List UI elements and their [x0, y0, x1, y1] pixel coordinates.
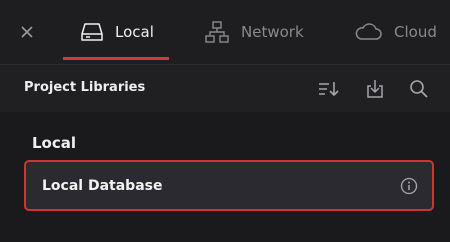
tab-bar: Local Network Cloud — [0, 0, 450, 64]
close-icon[interactable] — [18, 23, 36, 41]
library-list: Local Local Database — [0, 112, 450, 242]
cloud-icon — [353, 22, 383, 42]
tab-cloud[interactable]: Cloud — [353, 0, 437, 64]
library-item-label: Local Database — [42, 178, 163, 194]
network-icon — [204, 20, 230, 44]
project-libraries-title: Project Libraries — [24, 80, 146, 95]
info-icon[interactable] — [400, 177, 418, 195]
section-title: Local — [32, 134, 77, 152]
project-libraries-header: Project Libraries — [0, 65, 450, 112]
drive-icon — [80, 21, 104, 43]
tab-cloud-label: Cloud — [394, 23, 437, 41]
tab-local[interactable]: Local — [80, 0, 154, 64]
search-icon[interactable] — [408, 78, 430, 100]
tab-local-label: Local — [115, 23, 154, 41]
tab-network-label: Network — [241, 23, 304, 41]
library-item-local-database[interactable]: Local Database — [24, 160, 434, 211]
sort-icon[interactable] — [318, 78, 340, 100]
project-manager-panel: Local Network Cloud Project Libraries Lo… — [0, 0, 450, 242]
import-icon[interactable] — [364, 78, 386, 100]
active-tab-indicator — [63, 57, 169, 60]
tab-network[interactable]: Network — [204, 0, 304, 64]
